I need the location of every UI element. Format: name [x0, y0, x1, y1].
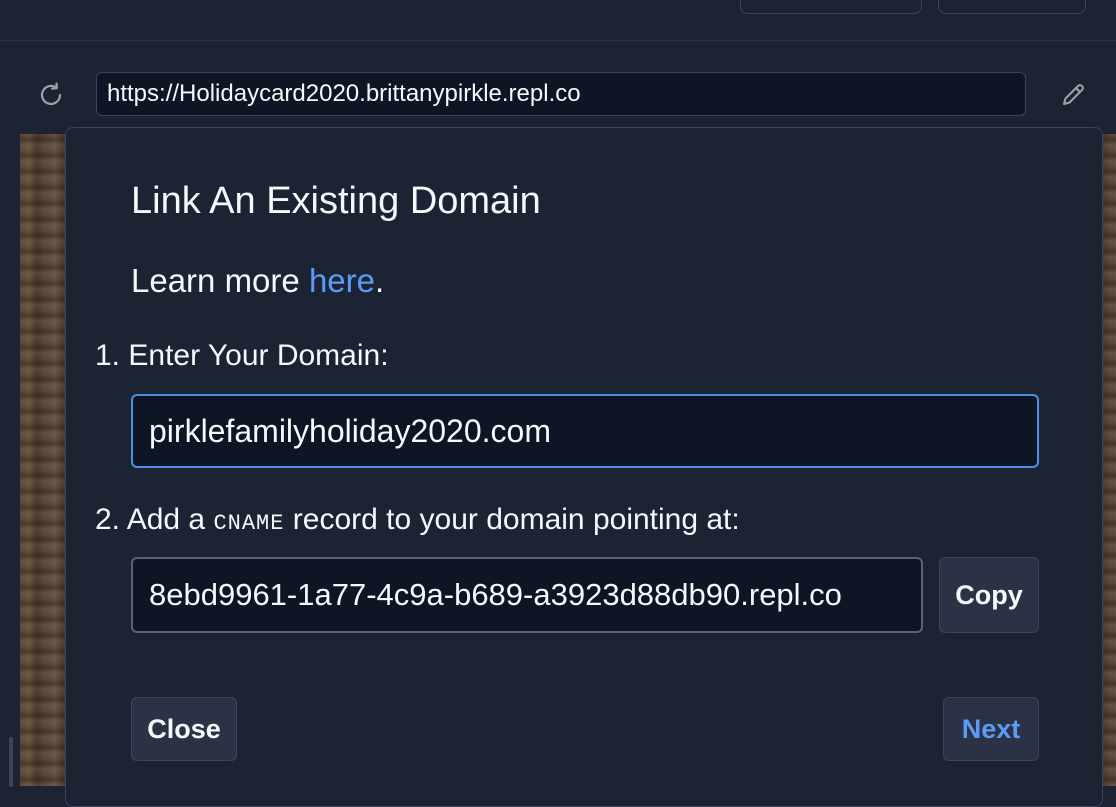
- next-button[interactable]: Next: [943, 697, 1039, 761]
- left-gutter: [0, 41, 20, 787]
- cname-target-field[interactable]: [131, 557, 923, 633]
- toolbar-button[interactable]: [740, 0, 922, 14]
- learn-more-link[interactable]: here: [309, 262, 375, 299]
- copy-button[interactable]: Copy: [939, 557, 1039, 633]
- top-toolbar: [0, 0, 1116, 41]
- modal-title: Link An Existing Domain: [131, 180, 541, 222]
- url-input[interactable]: [96, 72, 1026, 116]
- learn-more-prefix: Learn more: [131, 262, 309, 299]
- pencil-icon[interactable]: [1058, 80, 1088, 110]
- step-1-label: 1. Enter Your Domain:: [95, 339, 389, 373]
- toolbar-button[interactable]: [938, 0, 1086, 14]
- step-number: 1.: [95, 339, 121, 372]
- learn-more-suffix: .: [375, 262, 385, 299]
- step-number: 2.: [95, 503, 121, 536]
- step-text-prefix: Add a: [126, 503, 214, 536]
- step-text-suffix: record to your domain pointing at:: [284, 503, 740, 536]
- close-button[interactable]: Close: [131, 697, 237, 761]
- resize-handle[interactable]: [9, 737, 13, 787]
- reload-icon[interactable]: [36, 80, 66, 110]
- link-domain-modal: Link An Existing Domain Learn more here.…: [65, 127, 1103, 807]
- cname-code: CNAME: [213, 511, 285, 536]
- address-bar: [20, 56, 1116, 134]
- domain-input[interactable]: [131, 394, 1039, 468]
- step-2-label: 2. Add a CNAME record to your domain poi…: [95, 503, 740, 537]
- learn-more-text: Learn more here.: [131, 262, 384, 300]
- step-text: Enter Your Domain:: [128, 339, 389, 372]
